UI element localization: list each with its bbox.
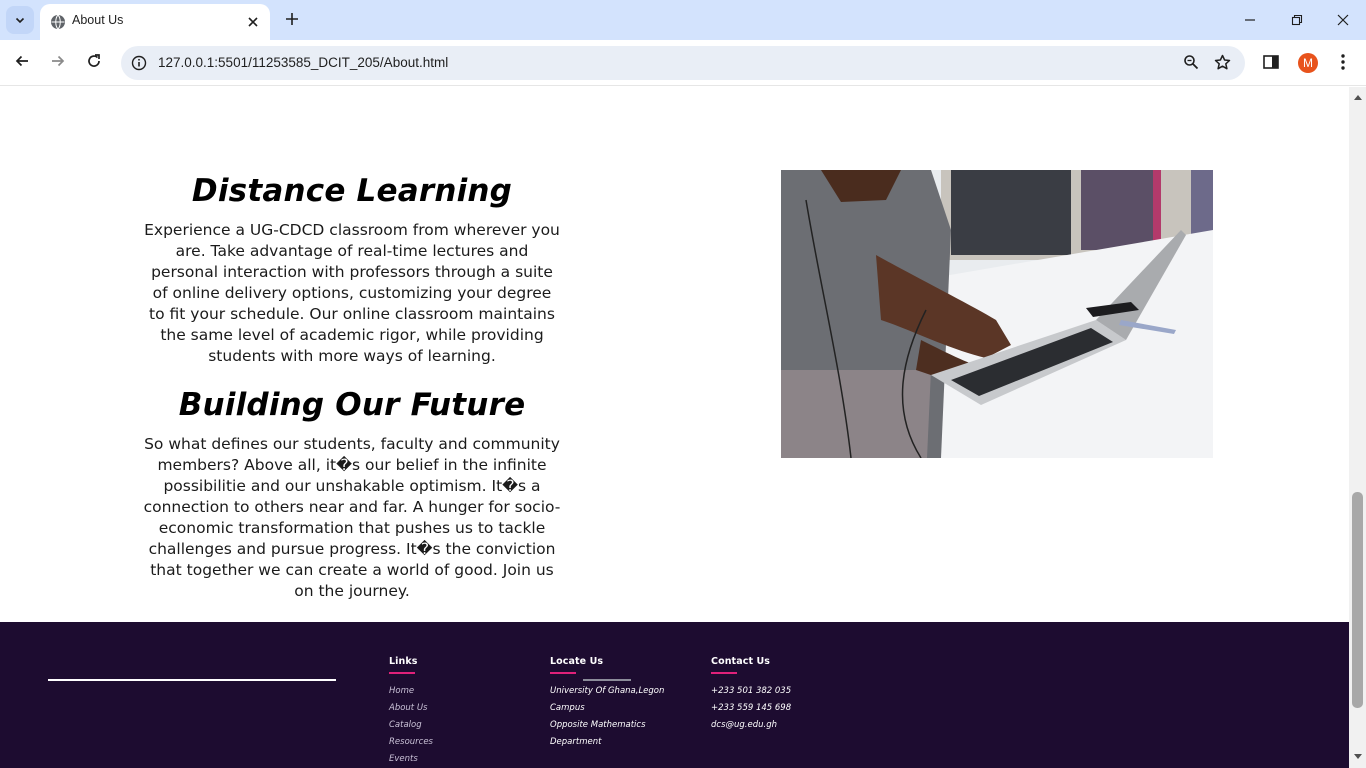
restore-icon — [1291, 11, 1303, 30]
footer-locate-underline — [550, 672, 576, 674]
close-tab-icon[interactable] — [244, 13, 262, 31]
scroll-up-icon[interactable] — [1349, 91, 1366, 103]
plus-icon — [285, 11, 299, 30]
footer-locate-line: Opposite Mathematics — [550, 720, 646, 730]
footer-locate-line: University Of Ghana,Legon — [550, 686, 665, 696]
footer-links-underline — [389, 672, 415, 674]
arrow-right-icon — [50, 53, 66, 73]
site-footer: Links Home About Us Catalog Resources Ev… — [0, 622, 1349, 768]
section-heading-building-future: Building Our Future — [178, 387, 526, 423]
minimize-button[interactable] — [1240, 10, 1260, 30]
tab-title: About Us — [72, 13, 124, 27]
tab-strip: About Us — [0, 0, 1366, 40]
new-tab-button[interactable] — [282, 10, 302, 30]
footer-locate-column: Locate Us University Of Ghana,Legon Camp… — [550, 656, 664, 751]
more-menu-icon[interactable] — [1336, 52, 1350, 76]
side-panel-icon[interactable] — [1262, 53, 1280, 75]
close-icon — [1337, 11, 1349, 30]
footer-divider — [583, 679, 631, 681]
footer-link-home[interactable]: Home — [389, 683, 433, 700]
page-scrollbar[interactable] — [1349, 87, 1366, 768]
footer-link-about[interactable]: About Us — [389, 700, 433, 717]
footer-contact-title: Contact Us — [711, 656, 771, 667]
footer-locate-line: Department — [550, 737, 602, 747]
reload-button[interactable] — [82, 51, 106, 75]
chevron-down-icon — [14, 11, 26, 30]
minimize-icon — [1244, 11, 1256, 30]
zoom-icon[interactable] — [1183, 54, 1199, 74]
close-window-button[interactable] — [1333, 10, 1353, 30]
section-heading-distance-learning: Distance Learning — [191, 173, 513, 209]
reload-icon — [86, 53, 102, 73]
page-viewport: Distance Learning Experience a UG-CDCD c… — [0, 87, 1349, 768]
globe-icon — [50, 14, 66, 34]
footer-links-title: Links — [389, 656, 418, 667]
browser-toolbar: 127.0.0.1:5501/11253585_DCIT_205/About.h… — [0, 40, 1366, 86]
footer-link-catalog[interactable]: Catalog — [389, 717, 433, 734]
section-body-building-future: So what defines our students, faculty an… — [143, 435, 561, 600]
footer-contact-column: Contact Us +233 501 382 035 +233 559 145… — [711, 656, 791, 734]
url-text[interactable]: 127.0.0.1:5501/11253585_DCIT_205/About.h… — [158, 55, 448, 70]
tab-about-us[interactable]: About Us — [40, 4, 270, 40]
footer-link-events[interactable]: Events — [389, 751, 433, 768]
footer-form-underline — [48, 679, 336, 681]
forward-button[interactable] — [46, 51, 70, 75]
footer-contact-phone[interactable]: +233 559 145 698 — [711, 700, 791, 717]
laptop-typing-photo — [781, 170, 1213, 458]
tab-search-button[interactable] — [6, 6, 34, 34]
footer-locate-title: Locate Us — [550, 656, 604, 667]
info-icon[interactable] — [131, 55, 147, 75]
restore-button[interactable] — [1287, 10, 1307, 30]
footer-links-column: Links Home About Us Catalog Resources Ev… — [389, 656, 433, 768]
footer-locate-line: Campus — [550, 703, 585, 713]
address-bar[interactable]: 127.0.0.1:5501/11253585_DCIT_205/About.h… — [121, 46, 1245, 80]
footer-contact-email[interactable]: dcs@ug.edu.gh — [711, 717, 791, 734]
footer-link-resources[interactable]: Resources — [389, 734, 433, 751]
footer-contact-phone[interactable]: +233 501 382 035 — [711, 683, 791, 700]
bookmark-star-icon[interactable] — [1214, 54, 1231, 75]
back-button[interactable] — [10, 51, 34, 75]
scroll-down-icon[interactable] — [1349, 751, 1366, 763]
profile-avatar[interactable]: M — [1298, 53, 1318, 73]
scrollbar-thumb[interactable] — [1352, 492, 1363, 708]
footer-contact-underline — [711, 672, 737, 674]
section-body-distance-learning: Experience a UG-CDCD classroom from wher… — [144, 221, 560, 365]
arrow-left-icon — [14, 53, 30, 73]
